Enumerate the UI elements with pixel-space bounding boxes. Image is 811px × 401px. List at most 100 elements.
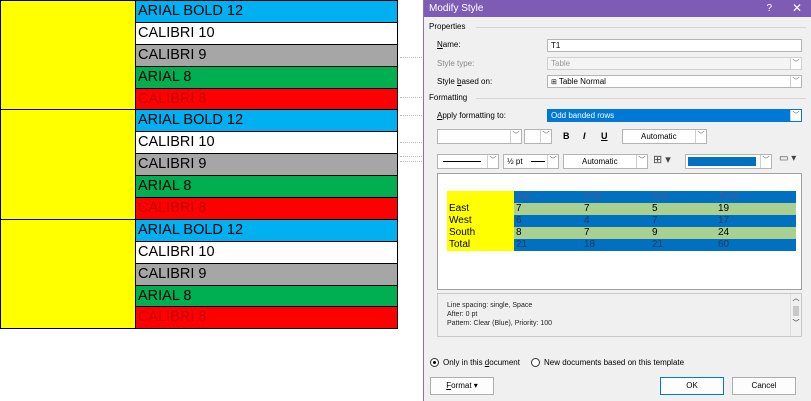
doc-table-cell: CALIBRI 9 [135,262,398,286]
dotted-leader [400,115,422,116]
preview-cell: 24 [716,227,796,239]
preview-cell: 17 [716,215,796,227]
dialog-titlebar: Modify Style ? ✕ [424,0,811,17]
font-name-select[interactable]: ﹀ [437,129,522,144]
preview-cell: 7 [514,203,582,215]
preview-cell: 6 [514,215,582,227]
preview-header-cell: Feb [582,191,650,203]
doc-table-row: ARIAL BOLD 12 [0,218,398,330]
preview-cell: 7 [582,203,650,215]
table-properties-icon[interactable]: ▭ ▾ [779,153,796,164]
doc-table-cell: ARIAL 8 [135,65,398,89]
apply-formatting-select[interactable]: Odd banded rows ﹀ [547,109,802,122]
dotted-leader [400,142,422,143]
preview-cell: 21 [514,239,582,251]
borders-icon[interactable]: ⊞ ▾ [653,153,671,166]
style-preview: Jan Feb Mar Total East 7 7 5 19 West 6 4 7 17 South 8 7 9… [437,173,802,290]
formatting-heading: Formatting [429,93,468,102]
cancel-button[interactable]: Cancel [732,377,796,395]
format-button[interactable]: Format ▾ [430,377,494,395]
shading-swatch [688,157,756,166]
name-field[interactable]: T1 [547,39,802,52]
preview-header-cell: Jan [514,191,582,203]
underline-button[interactable]: U [601,131,608,141]
style-based-on-label: Style based on: [437,77,493,86]
chevron-down-icon: ﹀ [790,58,801,69]
preview-cell: 18 [582,239,650,251]
doc-table-cell: CALIBRI 10 [135,131,398,155]
border-weight-value: ½ pt [507,157,523,166]
doc-table-cell: ARIAL BOLD 12 [135,109,398,133]
new-documents-label[interactable]: New documents based on this template [544,358,684,367]
preview-row: South 8 7 9 24 [447,227,796,239]
yellow-cell [0,218,136,330]
yellow-cell [0,109,136,220]
description-line: Line spacing: single, Space [447,302,533,309]
preview-cell: 21 [650,239,716,251]
chevron-down-icon: ﹀ [540,130,551,143]
style-type-label: Style type: [437,59,475,68]
preview-cell: 5 [650,203,716,215]
border-style-select[interactable]: ﹀ [437,154,499,169]
preview-cell: East [447,203,514,215]
style-description: Line spacing: single, Space After: 0 pt … [437,293,802,337]
yellow-cell [0,0,136,111]
bold-button[interactable]: B [563,131,570,141]
modify-style-dialog: Modify Style ? ✕ Properties Name: T1 Sty… [423,0,811,401]
chevron-down-icon: ﹀ [695,130,706,143]
chevron-down-icon: ﹀ [547,155,558,168]
font-color-select[interactable]: Automatic ﹀ [622,129,707,144]
italic-button[interactable]: I [583,131,586,141]
divider [476,27,806,28]
doc-table-cell: CALIBRI 9 [135,43,398,67]
description-line: Pattern: Clear (Blue), Priority: 100 [447,320,553,327]
doc-table-row: ARIAL BOLD 12 [0,0,398,111]
doc-table-cell: CALIBRI 10 [135,240,398,264]
apply-formatting-value: Odd banded rows [551,111,615,120]
preview-cell: 9 [650,227,716,239]
border-weight-select[interactable]: ½ pt ﹀ [503,154,559,169]
description-scrollbar[interactable]: ︿ ﹀ [790,294,801,336]
description-line: After: 0 pt [447,311,478,318]
style-type-select[interactable]: Table ﹀ [547,57,802,70]
preview-cell: 7 [582,227,650,239]
style-based-on-select[interactable]: ⊞ Table Normal ﹀ [547,75,802,88]
ok-button[interactable]: OK [660,377,724,395]
preview-cell: Total [447,239,514,251]
preview-cell: 60 [716,239,796,251]
divider [476,98,806,99]
dialog-title: Modify Style [429,3,484,14]
dotted-leader [400,57,422,58]
preview-header-row: Jan Feb Mar Total [447,191,796,203]
chevron-down-icon: ﹀ [790,110,801,121]
apply-formatting-label: Apply formatting to: [437,111,506,120]
chevron-down-icon: ﹀ [510,130,521,143]
doc-table-cell: ARIAL BOLD 12 [135,0,398,23]
shading-color-select[interactable]: ﹀ [685,154,772,169]
border-color-value: Automatic [582,157,618,166]
table-icon: ⊞ [551,79,559,86]
only-this-document-radio[interactable] [430,358,439,367]
close-icon[interactable]: ✕ [792,0,802,17]
properties-heading: Properties [429,22,466,31]
scroll-up-icon[interactable]: ︿ [791,294,801,303]
only-this-document-label[interactable]: Only in this document [443,358,520,367]
help-icon[interactable]: ? [766,0,772,17]
doc-table-cell: CALIBRI 8 [135,306,398,330]
font-color-value: Automatic [641,132,677,141]
new-documents-radio[interactable] [531,358,540,367]
preview-row: East 7 7 5 19 [447,203,796,215]
chevron-down-icon: ﹀ [487,155,498,168]
preview-header-cell: Mar [650,191,716,203]
doc-table-cell: ARIAL 8 [135,284,398,308]
border-color-select[interactable]: Automatic ﹀ [563,154,648,169]
line-weight-icon [531,161,545,162]
preview-cell: 8 [514,227,582,239]
scroll-down-icon[interactable]: ﹀ [791,319,801,328]
preview-cell: South [447,227,514,239]
font-size-select[interactable]: ﹀ [524,129,552,144]
dotted-leader [400,156,422,157]
scroll-thumb[interactable] [793,306,799,316]
doc-table-cell: CALIBRI 10 [135,21,398,45]
doc-table-cell: CALIBRI 8 [135,87,398,111]
